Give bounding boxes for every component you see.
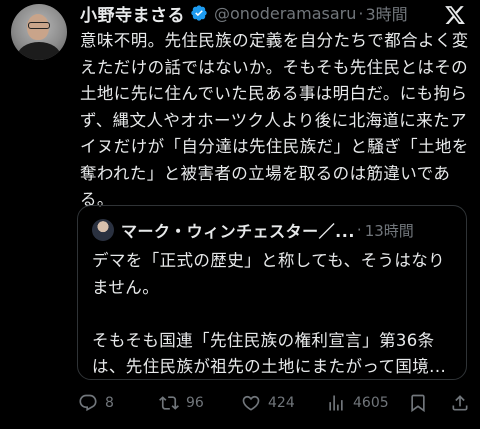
tweet-actions-bar: 8 96 424 4605 — [78, 391, 470, 415]
reply-icon — [79, 394, 97, 412]
avatar-body — [17, 42, 61, 60]
retweet-button[interactable]: 96 — [159, 391, 204, 415]
views-chart-icon — [329, 395, 343, 411]
quote-body: デマを「正式の歴史」と称しても、そうはなりません。 そもそも国連「先住民族の権利… — [92, 251, 447, 376]
tweet-body: 意味不明。先住民族の定義を自分たちで都合よく変えただけの話ではないか。そもそも先… — [80, 31, 469, 209]
heart-icon — [242, 395, 260, 411]
quote-timestamp: 13時間 — [364, 221, 414, 240]
quote-header-separator: · — [356, 221, 362, 239]
reply-count: 8 — [105, 395, 114, 411]
author-name[interactable]: 小野寺まさる — [80, 1, 185, 26]
tweet-header: 小野寺まさる @onoderamasaru · 3時間 — [80, 1, 408, 26]
like-button[interactable]: 424 — [241, 391, 295, 415]
views-button[interactable]: 4605 — [326, 391, 389, 415]
avatar-glasses — [28, 22, 50, 29]
retweet-icon — [159, 396, 179, 410]
retweet-count: 96 — [186, 395, 204, 411]
share-button[interactable] — [450, 391, 477, 415]
author-handle[interactable]: @onoderamasaru — [214, 4, 356, 23]
quote-header: マーク・ウィンチェスター／... · 13時間 — [121, 218, 414, 242]
like-count: 424 — [268, 395, 295, 411]
tweet-timestamp[interactable]: 3時間 — [365, 1, 407, 25]
bookmark-button[interactable] — [408, 391, 435, 415]
bookmark-icon — [411, 394, 425, 413]
views-count: 4605 — [353, 395, 389, 411]
quote-author-name: マーク・ウィンチェスター／... — [121, 222, 355, 241]
reply-button[interactable]: 8 — [78, 391, 114, 415]
author-avatar[interactable] — [11, 4, 67, 60]
share-icon — [452, 395, 468, 411]
header-separator: · — [358, 3, 364, 23]
quoted-tweet-card[interactable]: マーク・ウィンチェスター／... · 13時間 デマを「正式の歴史」と称しても、… — [77, 205, 467, 380]
verified-badge-icon — [191, 5, 207, 21]
quote-author-avatar — [92, 219, 114, 241]
x-logo-icon[interactable] — [444, 4, 466, 26]
